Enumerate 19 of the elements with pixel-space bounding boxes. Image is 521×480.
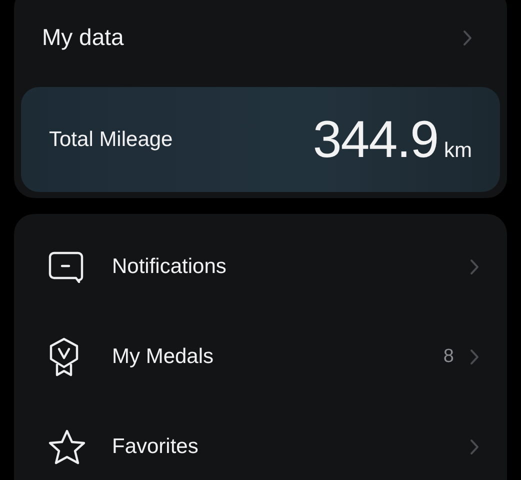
section-title: My data — [42, 24, 124, 51]
star-icon — [48, 429, 86, 465]
message-icon — [48, 251, 84, 283]
mileage-unit: km — [444, 138, 472, 162]
menu-item[interactable]: Notifications — [14, 222, 507, 312]
medal-icon — [48, 337, 80, 377]
menu-item[interactable]: Favorites — [14, 402, 507, 480]
chevron-right-icon — [470, 259, 479, 275]
chevron-right-icon — [470, 349, 479, 365]
menu-label: Favorites — [112, 435, 200, 459]
mileage-label: Total Mileage — [49, 128, 173, 152]
my-data-row[interactable]: My data — [21, 0, 500, 75]
chevron-right-icon — [463, 30, 472, 46]
menu-item[interactable]: My Medals 8 — [14, 312, 507, 402]
count: 8 — [443, 346, 454, 368]
mileage-value: 344.9 — [312, 110, 438, 170]
chevron-right-icon — [470, 439, 479, 455]
menu-label: My Medals — [112, 345, 215, 369]
menu-label: Notifications — [112, 255, 228, 279]
